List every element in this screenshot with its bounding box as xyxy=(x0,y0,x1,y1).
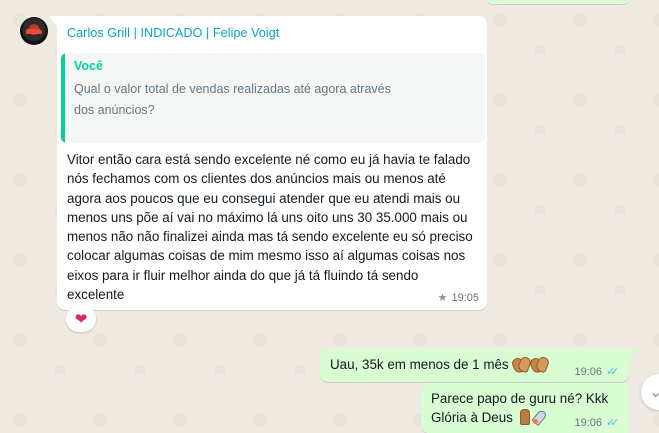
outgoing-message-line: Parece papo de guru né? Kkk xyxy=(431,391,609,406)
quoted-message[interactable]: Você Qual o valor total de vendas realiz… xyxy=(61,53,485,143)
outgoing-message-text-row: Uau, 35k em menos de 1 mês xyxy=(330,355,551,375)
reaction-badge[interactable]: ❤ xyxy=(66,306,96,332)
previous-message-bubble xyxy=(488,0,628,4)
rocket-icon xyxy=(530,408,549,427)
message-time: 19:06 xyxy=(574,366,602,378)
outgoing-message-text: Glória à Deus xyxy=(431,410,513,425)
incoming-message-bubble[interactable]: Carlos Grill | INDICADO | Felipe Voigt V… xyxy=(49,16,487,310)
message-meta: 19:06 ✓ ✓ xyxy=(574,366,622,378)
quote-text: Qual o valor total de vendas realizadas … xyxy=(74,82,391,117)
clapping-hands-icon xyxy=(528,355,551,375)
message-time: 19:06 xyxy=(574,417,602,429)
clapping-hands-icon xyxy=(510,355,533,375)
message-meta: ★ 19:05 xyxy=(437,291,479,305)
quote-accent-bar xyxy=(61,53,65,143)
heart-icon: ❤ xyxy=(74,310,88,328)
read-ticks-icon: ✓ ✓ xyxy=(606,416,620,429)
message-text: Vitor então cara está sendo excelente né… xyxy=(67,152,473,303)
avatar-car-image xyxy=(26,29,42,34)
message-meta: 19:06 ✓ ✓ xyxy=(574,417,622,429)
chevron-down-icon: ⌄ xyxy=(649,384,659,401)
outgoing-message-bubble[interactable]: Uau, 35k em menos de 1 mês 19:06 ✓ ✓ xyxy=(320,349,637,382)
read-ticks-icon: ✓ ✓ xyxy=(606,365,620,378)
outgoing-message-bubble[interactable]: Parece papo de guru né? Kkk Glória à Deu… xyxy=(421,383,629,433)
bubble-tail xyxy=(629,349,637,359)
message-time: 19:05 xyxy=(451,291,479,304)
outgoing-message-text: Uau, 35k em menos de 1 mês xyxy=(330,357,509,372)
quote-author: Você xyxy=(74,59,103,73)
sender-name[interactable]: Carlos Grill | INDICADO | Felipe Voigt xyxy=(67,26,279,40)
star-icon: ★ xyxy=(437,292,448,304)
sender-avatar[interactable] xyxy=(20,17,48,45)
folded-hands-icon xyxy=(517,409,531,425)
bubble-tail xyxy=(49,16,57,26)
